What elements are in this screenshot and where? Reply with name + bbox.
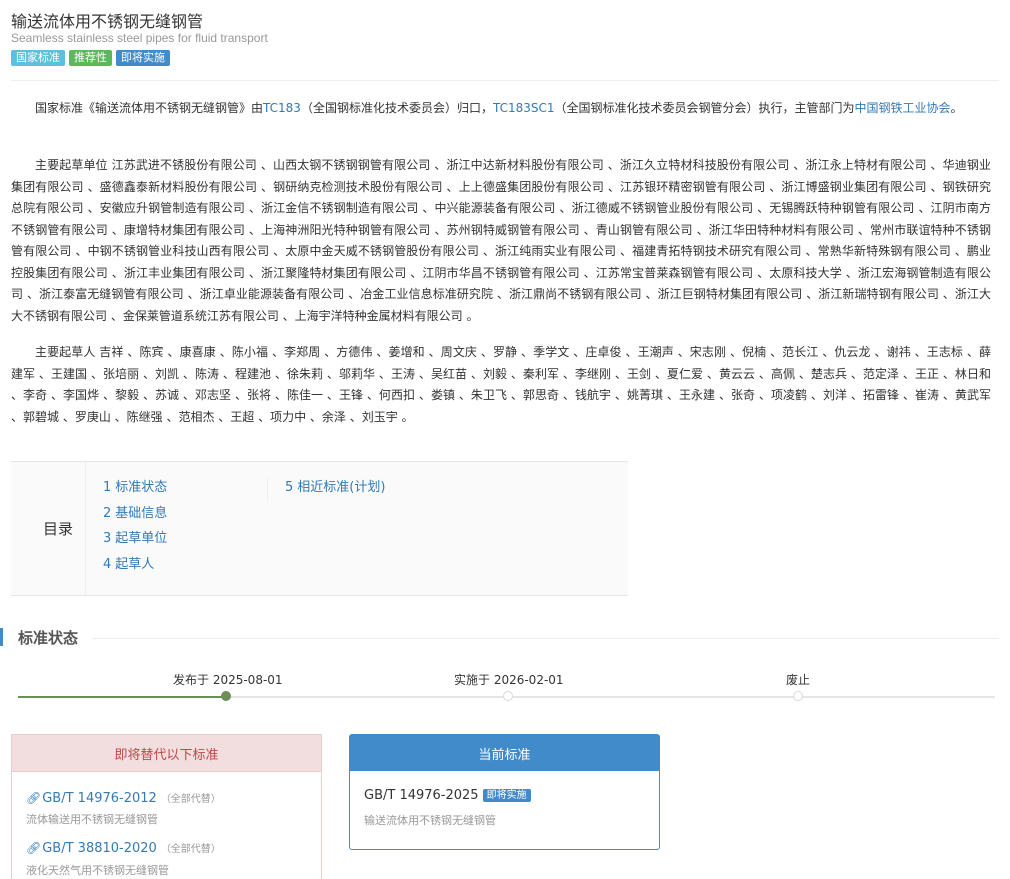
timeline-progress bbox=[18, 696, 226, 698]
toc-num: 3 bbox=[103, 531, 112, 546]
replace-card-title: 即将替代以下标准 bbox=[12, 735, 321, 772]
org-link[interactable]: 中国钢铁工业协会 bbox=[855, 101, 951, 115]
current-standard-card: 当前标准 GB/T 14976-2025 即将实施 输送流体用不锈钢无缝钢管 bbox=[349, 734, 660, 850]
toc-column-1: 1 标准状态 2 基础信息 3 起草单位 4 起草人 bbox=[103, 478, 167, 580]
current-standard-badge: 即将实施 bbox=[482, 789, 531, 802]
intro-text-4: 。 bbox=[950, 101, 963, 115]
link-icon: 🔗︎ bbox=[26, 791, 42, 805]
toc-item-label: 起草单位 bbox=[115, 531, 168, 546]
toc-num: 5 bbox=[285, 480, 294, 495]
intro-paragraph: 国家标准《输送流体用不锈钢无缝钢管》由TC183（全国钢标准化技术委员会）归口，… bbox=[11, 98, 991, 120]
tc183sc1-link[interactable]: TC183SC1 bbox=[493, 101, 555, 115]
table-of-contents: 目录 1 标准状态 2 基础信息 3 起草单位 4 起草人 5 相近标准(计划) bbox=[11, 461, 628, 596]
section-divider bbox=[92, 638, 999, 639]
toc-item-label: 相近标准(计划) bbox=[297, 480, 386, 495]
toc-item-label: 起草人 bbox=[115, 556, 155, 572]
drafters-paragraph: 主要起草人 吉祥 、陈宾 、康喜康 、陈小福 、李郑周 、方德伟 、姜增和 、周… bbox=[11, 345, 991, 424]
timeline-dot-implemented bbox=[503, 691, 513, 701]
current-standard-row: GB/T 14976-2025 即将实施 bbox=[364, 788, 531, 803]
replaced-standard-tag: （全部代替） bbox=[160, 844, 221, 855]
replaced-standard-row: 🔗︎GB/T 14976-2012 （全部代替） bbox=[26, 787, 221, 806]
badge-upcoming: 即将实施 bbox=[116, 50, 170, 66]
toc-item-drafting-units[interactable]: 3 起草单位 bbox=[103, 529, 167, 555]
badge-national-standard: 国家标准 bbox=[11, 50, 65, 66]
replaced-standard-name: 流体输送用不锈钢无缝钢管 bbox=[26, 813, 158, 826]
replaced-standard-code: GB/T 38810-2020 bbox=[42, 841, 157, 856]
toc-item-basic-info[interactable]: 2 基础信息 bbox=[103, 504, 167, 530]
page-subtitle: Seamless stainless steel pipes for fluid… bbox=[11, 31, 268, 45]
replaced-standard-tag: （全部代替） bbox=[160, 794, 221, 805]
intro-text-2: （全国钢标准化技术委员会）归口， bbox=[300, 101, 493, 115]
current-standard-code: GB/T 14976-2025 bbox=[364, 788, 479, 803]
badge-recommended: 推荐性 bbox=[69, 50, 112, 66]
section-title-status: 标准状态 bbox=[18, 629, 79, 647]
toc-column-2: 5 相近标准(计划) bbox=[267, 478, 385, 500]
toc-item-drafters[interactable]: 4 起草人 bbox=[103, 555, 167, 581]
replaced-standard-code: GB/T 14976-2012 bbox=[42, 791, 157, 806]
toc-item-status[interactable]: 1 标准状态 bbox=[103, 478, 167, 504]
replaced-standard-link[interactable]: 🔗︎GB/T 14976-2012 bbox=[26, 791, 157, 806]
page: 输送流体用不锈钢无缝钢管 Seamless stainless steel pi… bbox=[0, 0, 1010, 879]
replace-standards-card: 即将替代以下标准 🔗︎GB/T 14976-2012 （全部代替） 流体输送用不锈… bbox=[11, 734, 322, 879]
toc-label: 目录 bbox=[11, 462, 86, 595]
toc-item-label: 基础信息 bbox=[115, 505, 168, 521]
replaced-standard-row: 🔗︎GB/T 38810-2020 （全部代替） bbox=[26, 837, 221, 856]
badge-group: 国家标准 推荐性 即将实施 bbox=[11, 50, 170, 66]
section-accent-bar bbox=[0, 628, 3, 646]
timeline-label-published: 发布于 2025-08-01 bbox=[173, 673, 283, 687]
current-card-title: 当前标准 bbox=[350, 735, 659, 771]
toc-item-similar-standards[interactable]: 5 相近标准(计划) bbox=[285, 478, 385, 504]
header-divider bbox=[11, 80, 999, 81]
intro-text-1: 国家标准《输送流体用不锈钢无缝钢管》由 bbox=[35, 101, 264, 115]
toc-num: 1 bbox=[103, 480, 112, 495]
timeline-label-abolished: 废止 bbox=[786, 673, 811, 687]
toc-item-label: 标准状态 bbox=[115, 480, 168, 495]
intro-text-3: （全国钢标准化技术委员会钢管分会）执行，主管部门为 bbox=[554, 101, 855, 115]
timeline-label-implemented: 实施于 2026-02-01 bbox=[454, 673, 564, 687]
timeline-dot-abolished bbox=[793, 691, 803, 701]
link-icon: 🔗︎ bbox=[26, 841, 42, 855]
toc-num: 4 bbox=[103, 556, 112, 572]
current-standard-name: 输送流体用不锈钢无缝钢管 bbox=[364, 814, 496, 827]
tc183-link[interactable]: TC183 bbox=[263, 101, 301, 115]
replaced-standard-name: 液化天然气用不锈钢无缝钢管 bbox=[26, 864, 169, 877]
drafting-units-paragraph: 主要起草单位 江苏武进不锈股份有限公司 、山西太钢不锈钢钢管有限公司 、浙江中达… bbox=[11, 158, 991, 323]
timeline-dot-published bbox=[221, 691, 231, 701]
replaced-standard-link[interactable]: 🔗︎GB/T 38810-2020 bbox=[26, 841, 157, 856]
page-title: 输送流体用不锈钢无缝钢管 bbox=[11, 12, 204, 31]
toc-num: 2 bbox=[103, 505, 112, 521]
